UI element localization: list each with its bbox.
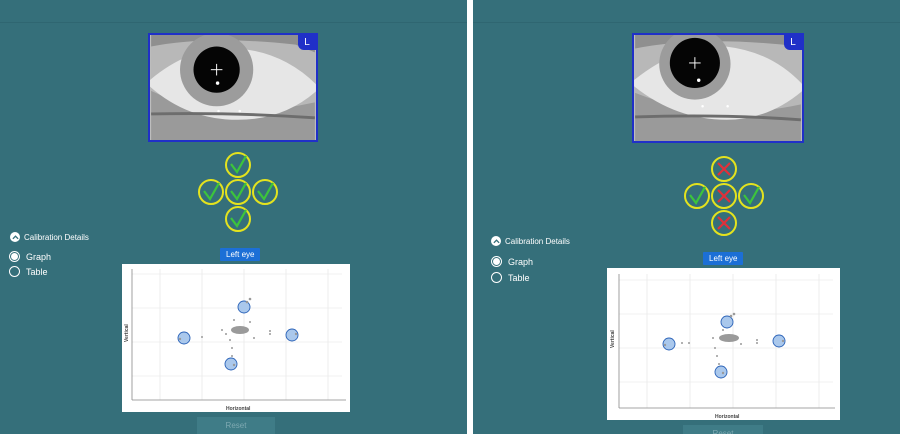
graph-option-label: Graph <box>26 251 52 262</box>
table-radio-option[interactable]: Table <box>9 266 48 277</box>
calibration-details-label: Calibration Details <box>505 236 570 246</box>
checkmark-icon <box>230 155 247 175</box>
checkmark-icon <box>689 186 706 206</box>
calibration-point-right <box>738 183 764 209</box>
calibration-point-top <box>225 152 251 178</box>
table-option-label: Table <box>508 272 530 283</box>
eye-camera-view: L <box>148 33 318 142</box>
calibration-point-right <box>252 179 278 205</box>
y-axis-label: Vertical <box>124 324 130 342</box>
chevron-up-icon <box>10 232 20 242</box>
calibration-details-toggle[interactable]: Calibration Details <box>10 232 89 242</box>
radio-button[interactable] <box>9 266 20 277</box>
header-divider <box>0 22 467 23</box>
calibration-point-center <box>225 179 251 205</box>
x-mark-icon <box>717 162 731 176</box>
left-calibration-panel: L Calibration Details Graph Table Left e… <box>0 0 467 434</box>
calibration-scatter-plot: Horizontal Vertical <box>124 269 346 412</box>
calibration-point-top <box>711 156 737 182</box>
right-calibration-panel: L Calibration Details Graph Table Left e… <box>473 0 900 434</box>
eye-selector-label: Left eye <box>703 252 744 265</box>
chevron-up-icon <box>491 236 501 246</box>
calibration-details-label: Calibration Details <box>24 232 89 242</box>
calibration-point-bottom <box>711 210 737 236</box>
checkmark-icon <box>230 182 247 202</box>
calibration-graph: Horizontal Vertical <box>122 264 350 412</box>
radio-button[interactable] <box>491 272 502 283</box>
checkmark-icon <box>257 182 274 202</box>
checkmark-icon <box>230 209 247 229</box>
calibration-point-left <box>684 183 710 209</box>
calibration-point-left <box>198 179 224 205</box>
x-mark-icon <box>717 216 731 230</box>
calibration-point-center <box>711 183 737 209</box>
graph-radio-option[interactable]: Graph <box>9 251 51 262</box>
reset-button[interactable]: Reset <box>683 425 763 434</box>
x-axis-label: Horizontal <box>715 414 740 420</box>
eye-image <box>634 35 802 141</box>
calibration-scatter-plot: Horizontal Vertical <box>610 274 835 420</box>
eye-side-badge: L <box>784 35 802 50</box>
eye-camera-view: L <box>632 33 804 143</box>
x-mark-icon <box>717 189 731 203</box>
eye-side-badge: L <box>298 35 316 50</box>
calibration-details-toggle[interactable]: Calibration Details <box>491 236 570 246</box>
radio-button-selected[interactable] <box>491 256 502 267</box>
calibration-point-bottom <box>225 206 251 232</box>
eye-image <box>150 35 316 140</box>
calibration-graph: Horizontal Vertical <box>607 268 840 420</box>
checkmark-icon <box>743 186 760 206</box>
y-axis-label: Vertical <box>610 330 616 348</box>
graph-option-label: Graph <box>508 256 534 267</box>
checkmark-icon <box>203 182 220 202</box>
header-divider <box>473 22 900 23</box>
radio-button-selected[interactable] <box>9 251 20 262</box>
x-axis-label: Horizontal <box>226 406 251 412</box>
table-radio-option[interactable]: Table <box>491 272 530 283</box>
table-option-label: Table <box>26 266 48 277</box>
reset-button[interactable]: Reset <box>197 417 275 434</box>
eye-selector-label: Left eye <box>220 248 261 261</box>
graph-radio-option[interactable]: Graph <box>491 256 533 267</box>
